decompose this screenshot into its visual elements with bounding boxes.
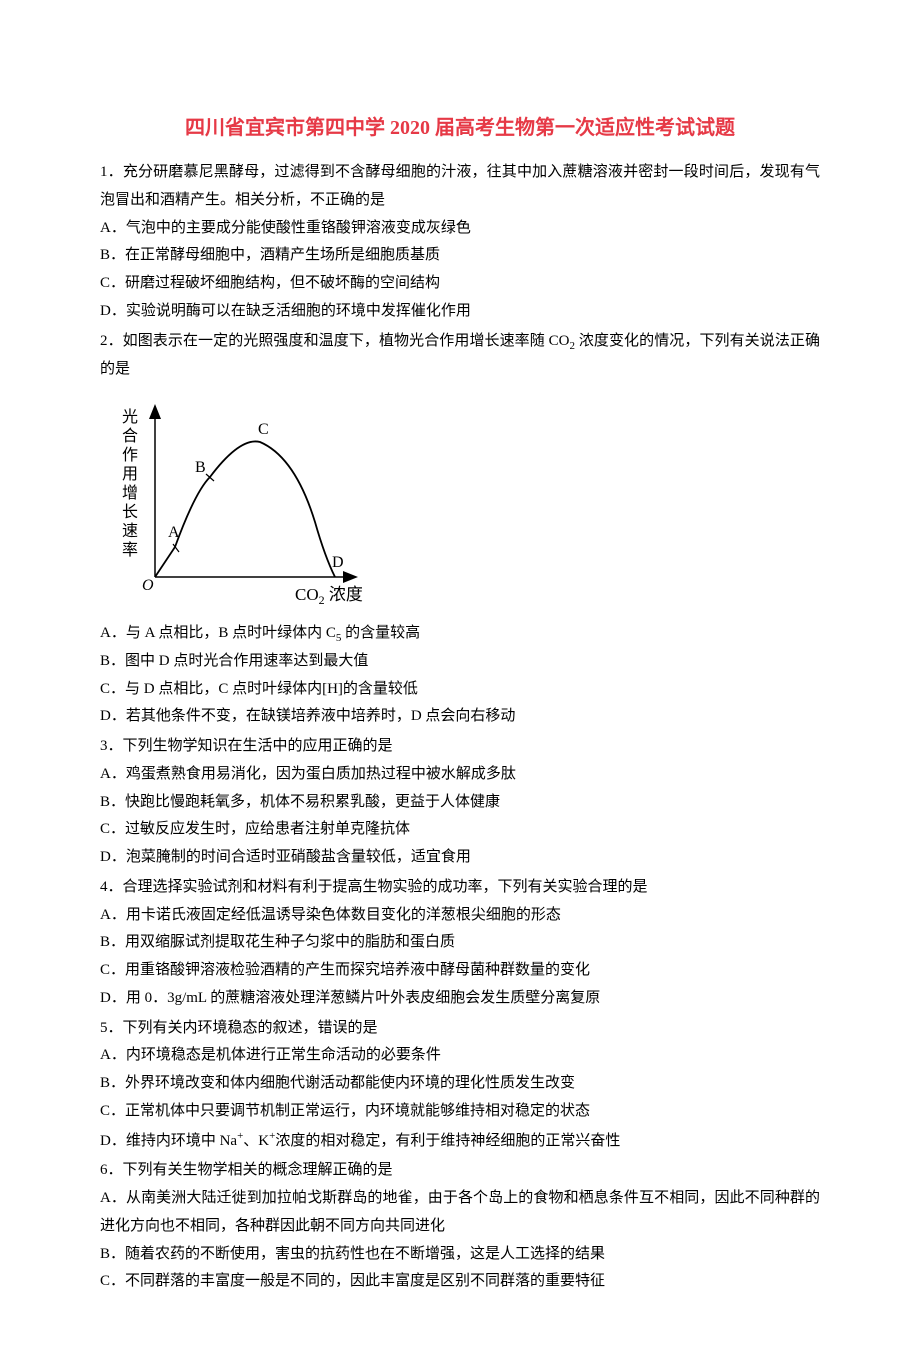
question-1: 1．充分研磨慕尼黑酵母，过滤得到不含酵母细胞的汁液，往其中加入蔗糖溶液并密封一段… bbox=[100, 159, 820, 326]
q5-option-b: B．外界环境改变和体内细胞代谢活动都能使内环境的理化性质发生改变 bbox=[100, 1070, 820, 1098]
point-c-label: C bbox=[258, 421, 269, 438]
q5-option-d: D．维持内环境中 Na+、K+浓度的相对稳定，有利于维持神经细胞的正常兴奋性 bbox=[100, 1126, 820, 1156]
q2a-prefix: A．与 A 点相比，B 点时叶绿体内 C bbox=[100, 625, 336, 641]
q3-option-c: C．过敏反应发生时，应给患者注射单克隆抗体 bbox=[100, 816, 820, 844]
q1-option-c: C．研磨过程破坏细胞结构，但不破坏酶的空间结构 bbox=[100, 270, 820, 298]
q3-option-b: B．快跑比慢跑耗氧多，机体不易积累乳酸，更益于人体健康 bbox=[100, 789, 820, 817]
page-title: 四川省宜宾市第四中学 2020 届高考生物第一次适应性考试试题 bbox=[100, 110, 820, 147]
q2-option-b: B．图中 D 点时光合作用速率达到最大值 bbox=[100, 648, 820, 676]
q5-stem: 5．下列有关内环境稳态的叙述，错误的是 bbox=[100, 1015, 820, 1043]
q4-stem: 4．合理选择实验试剂和材料有利于提高生物实验的成功率，下列有关实验合理的是 bbox=[100, 874, 820, 902]
q6-option-c: C．不同群落的丰富度一般是不同的，因此丰富度是区别不同群落的重要特征 bbox=[100, 1268, 820, 1296]
q4-option-a: A．用卡诺氏液固定经低温诱导染色体数目变化的洋葱根尖细胞的形态 bbox=[100, 902, 820, 930]
q6-option-b: B．随着农药的不断使用，害虫的抗药性也在不断增强，这是人工选择的结果 bbox=[100, 1241, 820, 1269]
q1-stem: 1．充分研磨慕尼黑酵母，过滤得到不含酵母细胞的汁液，往其中加入蔗糖溶液并密封一段… bbox=[100, 159, 820, 215]
q5d-suffix: 浓度的相对稳定，有利于维持神经细胞的正常兴奋性 bbox=[275, 1133, 620, 1149]
svg-text:增: 增 bbox=[122, 484, 138, 502]
q3-option-d: D．泡菜腌制的时间合适时亚硝酸盐含量较低，适宜食用 bbox=[100, 844, 820, 872]
svg-text:率: 率 bbox=[122, 541, 138, 559]
question-3: 3．下列生物学知识在生活中的应用正确的是 A．鸡蛋煮熟食用易消化，因为蛋白质加热… bbox=[100, 733, 820, 872]
point-b-label: B bbox=[195, 459, 206, 476]
q3-option-a: A．鸡蛋煮熟食用易消化，因为蛋白质加热过程中被水解成多肽 bbox=[100, 761, 820, 789]
point-a-label: A bbox=[168, 524, 180, 541]
q2-stem: 2．如图表示在一定的光照强度和温度下，植物光合作用增长速率随 CO2 浓度变化的… bbox=[100, 328, 820, 384]
q2a-suffix: 的含量较高 bbox=[341, 625, 420, 641]
q2-stem-prefix: 2．如图表示在一定的光照强度和温度下，植物光合作用增长速率随 CO bbox=[100, 333, 570, 349]
q5d-mid: 、K bbox=[243, 1133, 269, 1149]
photosynthesis-chart: A B C D O 光 合 作 用 增 长 速 率 CO2 浓度 bbox=[100, 392, 820, 612]
y-axis-label: 光 bbox=[122, 408, 138, 426]
svg-text:用: 用 bbox=[122, 466, 138, 483]
q1-option-b: B．在正常酵母细胞中，酒精产生场所是细胞质基质 bbox=[100, 242, 820, 270]
q4-option-b: B．用双缩脲试剂提取花生种子匀浆中的脂肪和蛋白质 bbox=[100, 929, 820, 957]
q2-option-d: D．若其他条件不变，在缺镁培养液中培养时，D 点会向右移动 bbox=[100, 703, 820, 731]
q3-stem: 3．下列生物学知识在生活中的应用正确的是 bbox=[100, 733, 820, 761]
question-4: 4．合理选择实验试剂和材料有利于提高生物实验的成功率，下列有关实验合理的是 A．… bbox=[100, 874, 820, 1013]
q5-option-c: C．正常机体中只要调节机制正常运行，内环境就能够维持相对稳定的状态 bbox=[100, 1098, 820, 1126]
q5-option-a: A．内环境稳态是机体进行正常生命活动的必要条件 bbox=[100, 1042, 820, 1070]
point-d-label: D bbox=[332, 554, 344, 571]
q2-option-c: C．与 D 点相比，C 点时叶绿体内[H]的含量较低 bbox=[100, 676, 820, 704]
q1-option-d: D．实验说明酶可以在缺乏活细胞的环境中发挥催化作用 bbox=[100, 298, 820, 326]
origin-label: O bbox=[142, 577, 154, 594]
question-2: 2．如图表示在一定的光照强度和温度下，植物光合作用增长速率随 CO2 浓度变化的… bbox=[100, 328, 820, 732]
question-5: 5．下列有关内环境稳态的叙述，错误的是 A．内环境稳态是机体进行正常生命活动的必… bbox=[100, 1015, 820, 1156]
q6-stem: 6．下列有关生物学相关的概念理解正确的是 bbox=[100, 1157, 820, 1185]
q4-option-c: C．用重铬酸钾溶液检验酒精的产生而探究培养液中酵母菌种群数量的变化 bbox=[100, 957, 820, 985]
svg-text:长: 长 bbox=[122, 503, 138, 521]
chart-svg: A B C D O 光 合 作 用 增 长 速 率 CO2 浓度 bbox=[100, 392, 390, 612]
svg-text:合: 合 bbox=[122, 427, 138, 445]
svg-text:速: 速 bbox=[122, 522, 138, 540]
q2-option-a: A．与 A 点相比，B 点时叶绿体内 C5 的含量较高 bbox=[100, 620, 820, 648]
x-axis-label: CO2 浓度 bbox=[295, 585, 363, 607]
svg-text:作: 作 bbox=[122, 446, 138, 464]
question-6: 6．下列有关生物学相关的概念理解正确的是 A．从南美洲大陆迁徙到加拉帕戈斯群岛的… bbox=[100, 1157, 820, 1296]
q5d-prefix: D．维持内环境中 Na bbox=[100, 1133, 237, 1149]
q6-option-a: A．从南美洲大陆迁徙到加拉帕戈斯群岛的地雀，由于各个岛上的食物和栖息条件互不相同… bbox=[100, 1185, 820, 1241]
q1-option-a: A．气泡中的主要成分能使酸性重铬酸钾溶液变成灰绿色 bbox=[100, 215, 820, 243]
q4-option-d: D．用 0．3g/mL 的蔗糖溶液处理洋葱鳞片叶外表皮细胞会发生质壁分离复原 bbox=[100, 985, 820, 1013]
